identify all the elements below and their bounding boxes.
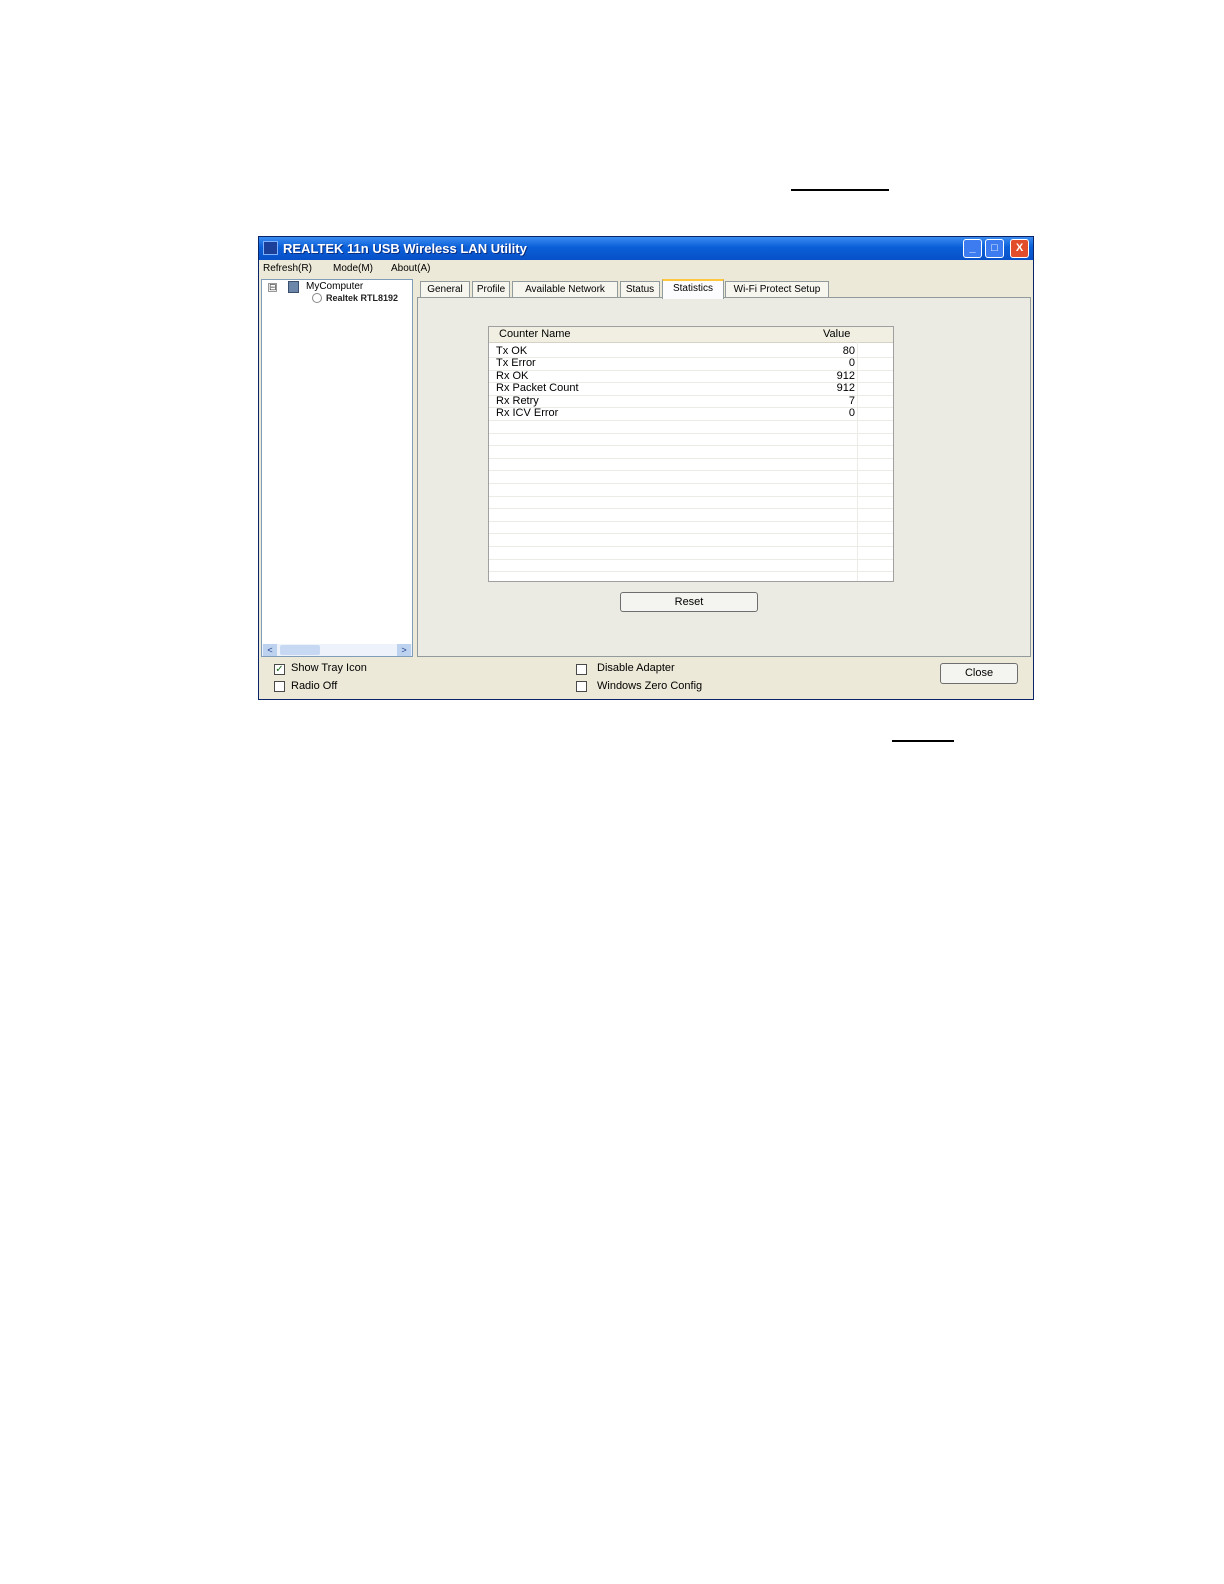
radio-off-checkbox[interactable]: [274, 681, 285, 692]
tab-available-network[interactable]: Available Network: [512, 281, 618, 298]
column-header-counter-name[interactable]: Counter Name: [499, 328, 571, 340]
grid-line: [489, 495, 893, 497]
scroll-right-icon[interactable]: >: [397, 644, 411, 656]
disable-adapter-label: Disable Adapter: [597, 662, 675, 674]
grid-line: [489, 457, 893, 459]
counter-name: Tx Error: [496, 357, 536, 369]
scroll-thumb[interactable]: [280, 645, 320, 655]
tree-item-adapter[interactable]: Realtek RTL8192: [326, 293, 398, 303]
grid-line: [489, 470, 893, 472]
column-header-value[interactable]: Value: [823, 328, 850, 340]
minimize-button[interactable]: _: [963, 239, 982, 258]
counter-value: 80: [842, 345, 855, 357]
tab-status[interactable]: Status: [620, 281, 660, 298]
counter-name: Rx OK: [496, 370, 529, 382]
counter-value: 912: [836, 370, 855, 382]
grid-line: [489, 558, 893, 560]
menu-mode[interactable]: Mode(M): [333, 263, 373, 274]
reset-button[interactable]: Reset: [620, 592, 758, 612]
counter-value: 912: [836, 382, 855, 394]
radio-off-label: Radio Off: [291, 680, 338, 692]
menu-bar: Refresh(R) Mode(M) About(A): [259, 260, 1033, 278]
app-icon: [263, 241, 278, 255]
grid-line: [489, 420, 893, 421]
tree-expander-icon[interactable]: ⊟: [268, 283, 277, 292]
scroll-left-icon[interactable]: <: [263, 644, 277, 656]
menu-about[interactable]: About(A): [391, 263, 430, 274]
grid-line: [489, 546, 893, 547]
counter-name: Tx OK: [496, 345, 528, 357]
windows-zero-config-checkbox[interactable]: [576, 681, 587, 692]
counter-name: Rx Packet Count: [496, 382, 579, 394]
show-tray-icon-label: Show Tray Icon: [291, 662, 367, 674]
windows-zero-config-label: Windows Zero Config: [597, 680, 703, 692]
counter-value: 0: [848, 357, 855, 369]
menu-refresh[interactable]: Refresh(R): [263, 263, 312, 274]
list-row[interactable]: Rx ICV Error 0: [489, 407, 893, 419]
grid-line: [489, 520, 893, 522]
window-title: REALTEK 11n USB Wireless LAN Utility: [283, 241, 527, 256]
underline-rule-top: [791, 189, 889, 191]
list-row[interactable]: Rx Packet Count 912: [489, 382, 893, 394]
list-row[interactable]: Rx OK 912: [489, 370, 893, 382]
close-window-button[interactable]: X: [1010, 239, 1029, 258]
device-tree: ⊟ MyComputer Realtek RTL8192 < >: [261, 279, 413, 657]
list-row[interactable]: Tx Error 0: [489, 357, 893, 369]
tab-statistics[interactable]: Statistics: [662, 279, 724, 299]
list-row[interactable]: Rx Retry 7: [489, 395, 893, 407]
disable-adapter-checkbox[interactable]: [576, 664, 587, 675]
show-tray-icon-checkbox[interactable]: ✓: [274, 664, 285, 675]
grid-line: [489, 445, 893, 447]
grid-line: [489, 483, 893, 484]
tree-item-mycomputer[interactable]: MyComputer: [306, 281, 363, 292]
grid-line: [489, 508, 893, 510]
computer-icon: [288, 281, 299, 293]
counter-name: Rx Retry: [496, 395, 539, 407]
list-row[interactable]: Tx OK 80: [489, 345, 893, 357]
tab-general[interactable]: General: [420, 281, 470, 298]
statistics-list[interactable]: Counter Name Value Tx OK 80 Tx Error 0 R…: [488, 326, 894, 582]
list-header: Counter Name Value: [489, 327, 893, 343]
title-bar[interactable]: REALTEK 11n USB Wireless LAN Utility _ □…: [259, 237, 1033, 260]
maximize-button[interactable]: □: [985, 239, 1004, 258]
app-window: REALTEK 11n USB Wireless LAN Utility _ □…: [258, 236, 1034, 700]
grid-line: [489, 571, 893, 573]
tab-wifi-protect-setup[interactable]: Wi-Fi Protect Setup: [725, 281, 829, 298]
grid-line: [489, 533, 893, 535]
counter-name: Rx ICV Error: [496, 407, 559, 419]
adapter-icon: [312, 293, 322, 303]
grid-line: [489, 432, 893, 434]
horizontal-scrollbar[interactable]: < >: [262, 644, 412, 656]
counter-value: 7: [848, 395, 855, 407]
underline-rule-bottom: [892, 740, 954, 742]
counter-value: 0: [848, 407, 855, 419]
tab-profile[interactable]: Profile: [472, 281, 510, 298]
close-button[interactable]: Close: [940, 663, 1018, 684]
statistics-panel: Counter Name Value Tx OK 80 Tx Error 0 R…: [417, 297, 1031, 657]
